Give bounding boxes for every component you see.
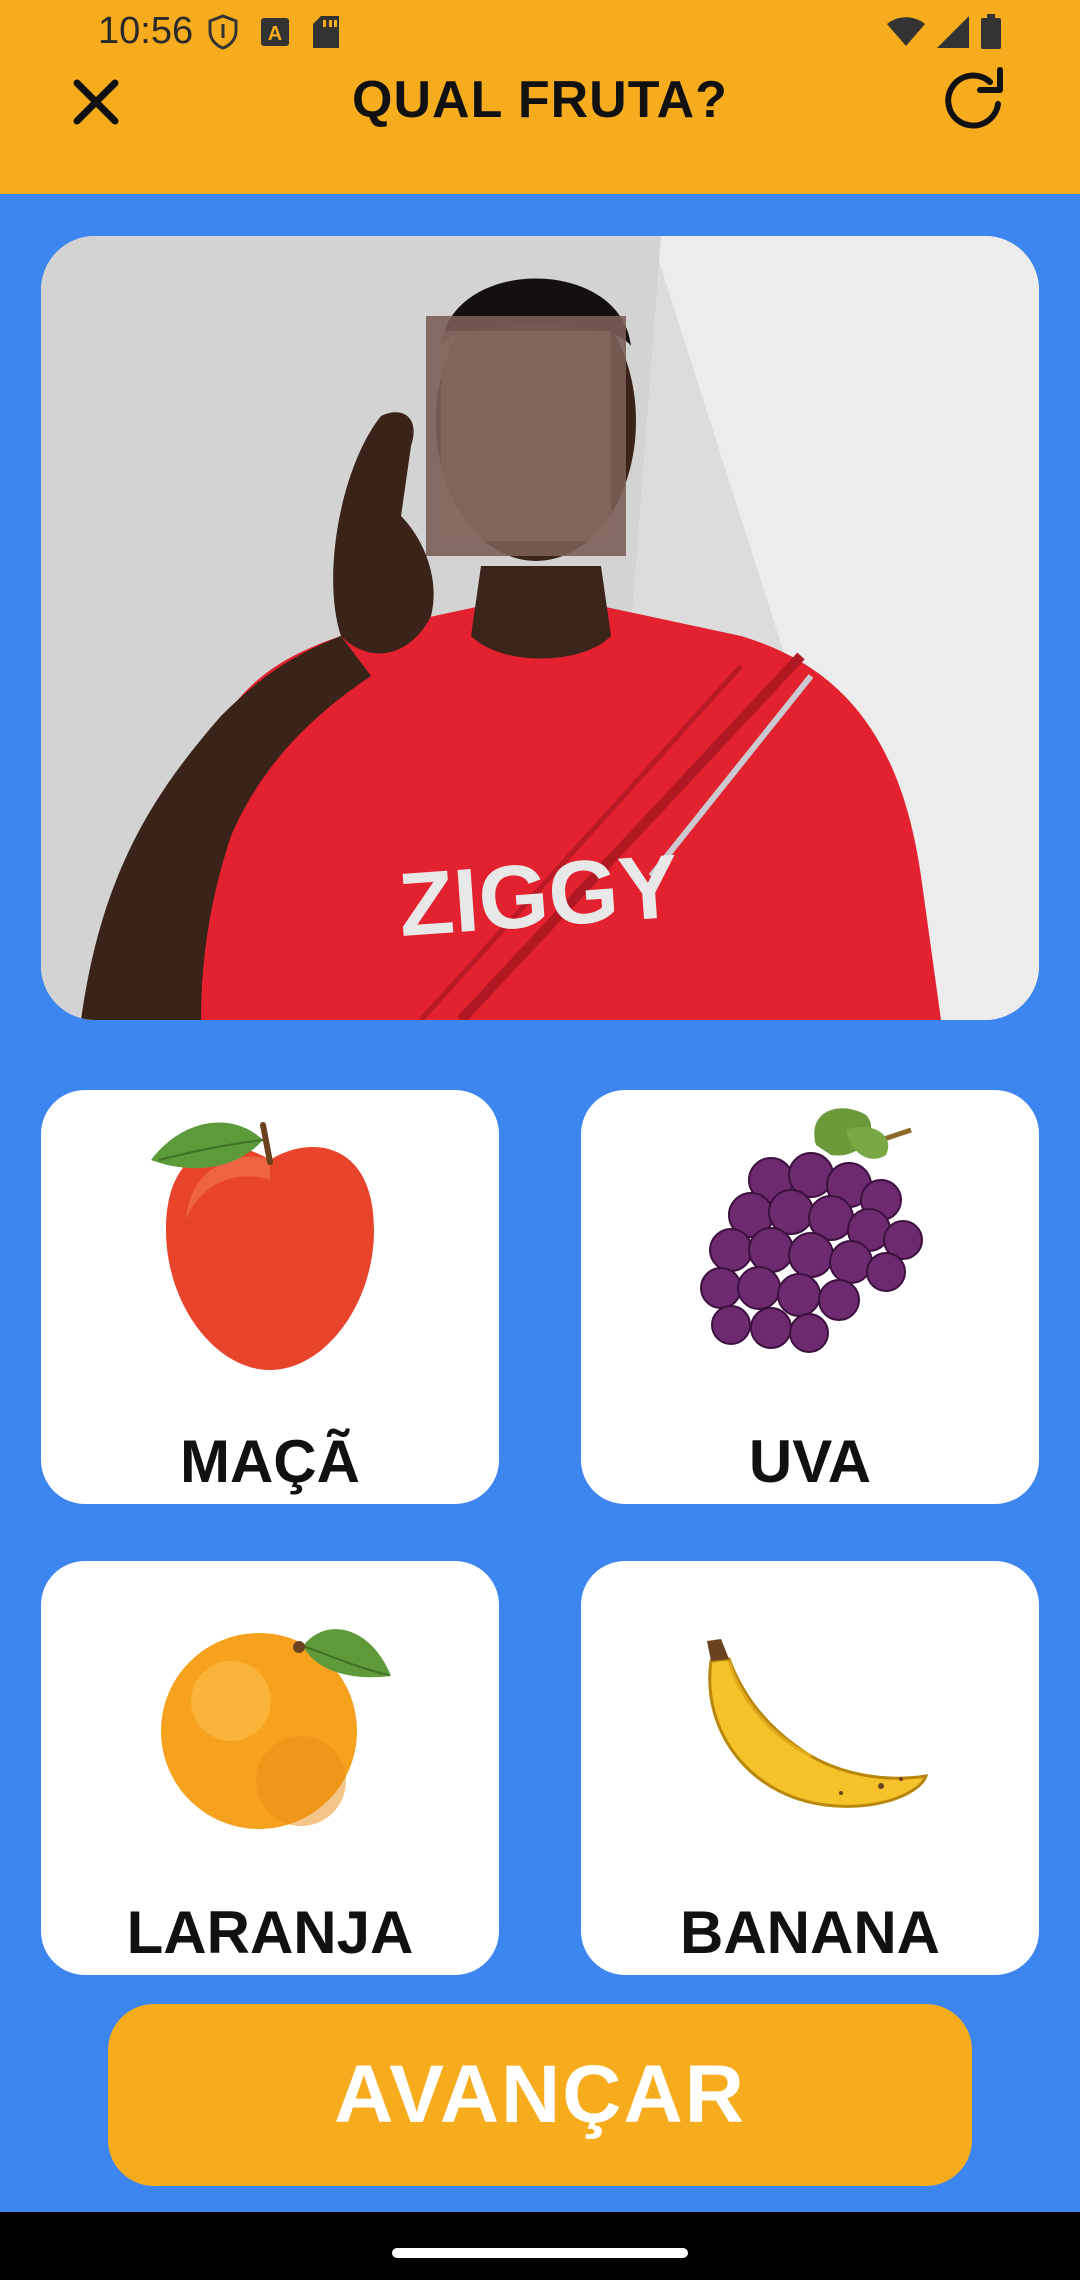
page-title: QUAL FRUTA? — [352, 71, 728, 129]
video-frame: ZIGGY — [41, 236, 1039, 1020]
sign-language-video[interactable]: ZIGGY — [41, 236, 1039, 1020]
navigation-bar — [0, 2212, 1080, 2280]
option-label-grapes: UVA — [748, 1428, 872, 1495]
top-bar: 10:56 A QUAL FRUTA? — [0, 0, 1080, 194]
option-label-orange: LARANJA — [126, 1899, 414, 1966]
grapes-icon — [581, 1090, 1039, 1390]
advance-button[interactable]: AVANÇAR — [108, 2004, 972, 2186]
banana-icon — [581, 1561, 1039, 1861]
option-label-banana: BANANA — [680, 1899, 940, 1966]
status-right-icons — [886, 13, 1002, 55]
refresh-button[interactable] — [930, 58, 1018, 146]
wifi-icon — [886, 16, 926, 53]
shield-icon — [208, 13, 238, 55]
status-bar: 10:56 A — [0, 0, 1080, 68]
option-card-orange[interactable]: LARANJA — [41, 1561, 499, 1975]
svg-text:A: A — [268, 23, 282, 45]
orange-icon — [41, 1561, 499, 1861]
refresh-icon — [945, 67, 1003, 129]
status-time: 10:56 — [98, 10, 194, 52]
option-card-apple[interactable]: MAÇÃ — [41, 1090, 499, 1504]
font-a-icon: A — [260, 17, 290, 52]
status-left-icons: A — [208, 13, 340, 55]
home-gesture-handle[interactable] — [392, 2248, 688, 2258]
option-card-banana[interactable]: BANANA — [581, 1561, 1039, 1975]
shirt-text: ZIGGY — [395, 837, 681, 956]
option-card-grapes[interactable]: UVA — [581, 1090, 1039, 1504]
sd-card-icon — [312, 15, 340, 54]
option-label-apple: MAÇÃ — [180, 1428, 360, 1495]
signal-icon — [936, 15, 970, 54]
apple-icon — [41, 1090, 499, 1390]
battery-icon — [980, 13, 1002, 55]
